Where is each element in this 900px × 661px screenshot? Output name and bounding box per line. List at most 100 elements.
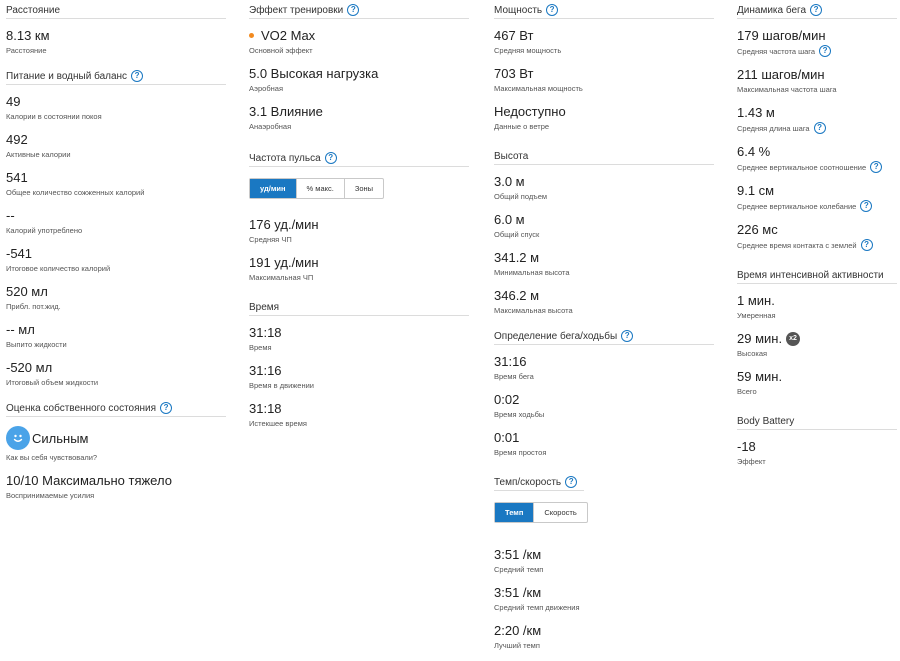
metric-label-row: Средняя частота шага ? [737, 45, 897, 57]
help-icon[interactable]: ? [813, 122, 826, 134]
metric-label: Как вы себя чувствовали? [6, 453, 98, 462]
help-icon[interactable]: ? [621, 330, 634, 342]
metric-value: 3:51 /км [494, 585, 542, 600]
metric-label: Максимальная высота [494, 306, 573, 315]
metric-value: 520 мл [6, 284, 48, 299]
column-2: Эффект тренировки ? VO2 Max Основной эфф… [249, 0, 469, 439]
tab-bpm[interactable]: уд/мин [250, 179, 297, 198]
metric-label: Высокая [737, 349, 768, 358]
multiplier-badge: x2 [786, 331, 801, 346]
metric-value: 346.2 м [494, 288, 540, 303]
help-icon[interactable]: ? [546, 4, 559, 16]
metric-value: 31:16 [494, 354, 527, 369]
metric-label: Средний темп движения [494, 603, 580, 612]
metric-label: Время в движении [249, 381, 314, 390]
metric-value: 0:02 [494, 392, 520, 407]
metric-label: Итоговый объем жидкости [6, 378, 99, 387]
section-pace-speed: Темп/скорость ? Темп Скорость 3:51 /км С… [494, 472, 714, 651]
metric-value: 9.1 см [737, 183, 775, 198]
section-title-row: Частота пульса ? [249, 148, 469, 167]
metric-label-row: Среднее время контакта с землей ? [737, 239, 897, 251]
metric-min-elevation: 341.2 м Минимальная высота [494, 250, 714, 278]
help-icon[interactable]: ? [870, 161, 883, 173]
metric-label: Основной эффект [249, 46, 313, 55]
metric-label-row: Средняя длина шага ? [737, 122, 897, 134]
metric-wind-data: Недоступно Данные о ветре [494, 104, 714, 132]
section-time: Время 31:18 Время 31:16 Время в движении… [249, 297, 469, 429]
help-icon[interactable]: ? [324, 152, 337, 164]
metric-moderate: 1 мин. Умеренная [737, 293, 897, 321]
section-title-row: Определение бега/ходьбы ? [494, 326, 714, 345]
metric-label: Время [249, 343, 272, 352]
metric-avg-power: 467 Вт Средняя мощность [494, 28, 714, 56]
metric-label: Умеренная [737, 311, 776, 320]
tab-zones[interactable]: Зоны [345, 179, 383, 198]
metric-label: Время бега [494, 372, 534, 381]
metric-total-intensity: 59 мин. Всего [737, 369, 897, 397]
help-icon[interactable]: ? [347, 4, 360, 16]
metric-value: -- [6, 208, 15, 223]
metric-feel: Сильным Как вы себя чувствовали? [6, 426, 226, 463]
metric-label: Среднее вертикальное соотношение [737, 162, 867, 172]
section-title-row: Эффект тренировки ? [249, 0, 469, 19]
metric-vertical-ratio: 6.4 % Среднее вертикальное соотношение ? [737, 144, 897, 173]
section-training-effect: Эффект тренировки ? VO2 Max Основной эфф… [249, 0, 469, 132]
help-icon[interactable]: ? [819, 45, 832, 57]
help-icon[interactable]: ? [860, 200, 873, 212]
metric-value: 5.0 Высокая нагрузка [249, 66, 379, 81]
metric-value: 10/10 Максимально тяжело [6, 473, 172, 488]
metric-label: Общий спуск [494, 230, 540, 239]
metric-value: -18 [737, 439, 756, 454]
metric-label: Средняя ЧП [249, 235, 292, 244]
hr-unit-toggle: уд/мин % макс. Зоны [249, 178, 385, 199]
metric-value: 29 мин. [737, 331, 783, 346]
metric-max-hr: 191 уд./мин Максимальная ЧП [249, 255, 469, 283]
metric-idle-time: 0:01 Время простоя [494, 430, 714, 458]
metric-value: Недоступно [494, 104, 566, 119]
metric-avg-moving-pace: 3:51 /км Средний темп движения [494, 585, 714, 613]
help-icon[interactable]: ? [860, 239, 873, 251]
section-title-row: Питание и водный баланс ? [6, 66, 226, 85]
metric-total-descent: 6.0 м Общий спуск [494, 212, 714, 240]
section-heart-rate: Частота пульса ? уд/мин % макс. Зоны 176… [249, 148, 469, 283]
metric-fluid-consumed: -- мл Выпито жидкости [6, 322, 226, 350]
section-title: Динамика бега [737, 4, 807, 16]
metric-value: VO2 Max [261, 28, 316, 43]
metric-best-pace: 2:20 /км Лучший темп [494, 623, 714, 651]
metric-label: Средняя длина шага [737, 123, 810, 133]
section-title-row: Мощность ? [494, 0, 714, 19]
help-icon[interactable]: ? [160, 402, 173, 414]
column-4: Динамика бега ? 179 шагов/мин Средняя ча… [737, 0, 897, 477]
section-title-row: Оценка собственного состояния ? [6, 398, 226, 417]
tab-percent-max[interactable]: % макс. [297, 179, 345, 198]
metric-primary-effect: VO2 Max Основной эффект [249, 28, 469, 56]
feel-row: Сильным [6, 426, 226, 450]
metric-value: 3.1 Влияние [249, 104, 323, 119]
metric-calories-consumed: -- Калорий употреблено [6, 208, 226, 236]
section-run-walk: Определение бега/ходьбы ? 31:16 Время бе… [494, 326, 714, 458]
section-title: Время [249, 297, 469, 316]
metric-vertical-oscillation: 9.1 см Среднее вертикальное колебание ? [737, 183, 897, 212]
section-title: Частота пульса [249, 152, 321, 164]
help-icon[interactable]: ? [565, 476, 578, 488]
metric-net-calories: -541 Итоговое количество калорий [6, 246, 226, 274]
orange-dot-icon [249, 33, 254, 38]
section-title: Темп/скорость [494, 476, 562, 488]
tab-pace[interactable]: Темп [495, 503, 535, 522]
metric-value: 49 [6, 94, 21, 109]
metric-label: Воспринимаемые усилия [6, 491, 95, 500]
metric-value: -- мл [6, 322, 35, 337]
metric-label: Эффект [737, 457, 766, 466]
metric-active-calories: 492 Активные калории [6, 132, 226, 160]
metric-value-row: 29 мин. x2 [737, 331, 897, 346]
metric-time: 31:18 Время [249, 325, 469, 353]
metric-label: Аэробная [249, 84, 284, 93]
help-icon[interactable]: ? [131, 70, 144, 82]
help-icon[interactable]: ? [810, 4, 823, 16]
tab-speed[interactable]: Скорость [534, 503, 586, 522]
metric-value: 6.0 м [494, 212, 525, 227]
metric-value-row: VO2 Max [249, 28, 469, 43]
metric-label: Общий подъем [494, 192, 548, 201]
section-intensity-minutes: Время интенсивной активности 1 мин. Умер… [737, 265, 897, 397]
metric-label-row: Среднее вертикальное колебание ? [737, 200, 897, 212]
